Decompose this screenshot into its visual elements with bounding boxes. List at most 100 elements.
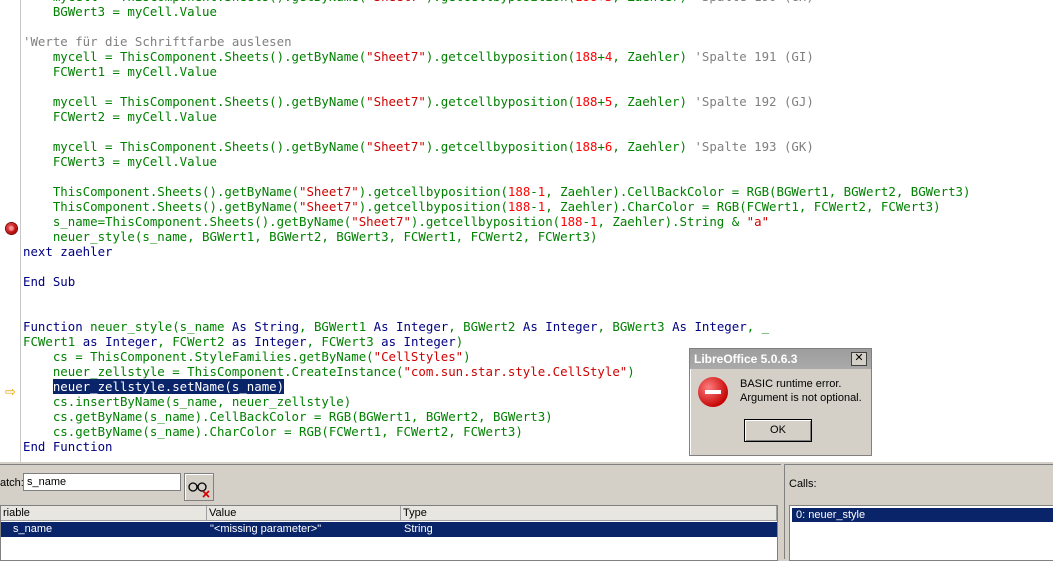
dialog-title: LibreOffice 5.0.6.3: [694, 352, 798, 366]
code-token: 188: [507, 199, 531, 214]
code-token: , Zaehler).CellBackColor = RGB(BGWert1, …: [545, 184, 971, 199]
code-line[interactable]: next zaehler: [23, 244, 1053, 259]
code-token: as Integer: [231, 334, 307, 349]
code-line[interactable]: mycell = ThisComponent.Sheets().getByNam…: [23, 139, 1053, 154]
code-token: FCWert1 = myCell.Value: [23, 64, 217, 79]
code-token: "Sheet7": [366, 94, 426, 109]
code-token: 'Spalte 191 (GI): [694, 49, 814, 64]
code-token: As String: [231, 319, 300, 334]
code-line[interactable]: ThisComponent.Sheets().getByName("Sheet7…: [23, 199, 1053, 214]
code-line[interactable]: cs.getByName(s_name).CellBackColor = RGB…: [23, 409, 1053, 424]
code-token: mycell = ThisComponent.Sheets().getByNam…: [23, 49, 367, 64]
code-line[interactable]: neuer_style(s_name, BGWert1, BGWert2, BG…: [23, 229, 1053, 244]
ok-button[interactable]: OK: [744, 419, 812, 442]
code-token: -: [530, 184, 538, 199]
code-line[interactable]: FCWert1 = myCell.Value: [23, 64, 1053, 79]
code-line[interactable]: [23, 19, 1053, 34]
code-token: , BGWert2: [448, 319, 523, 334]
code-token: , BGWert1: [299, 319, 374, 334]
code-token: 'Werte für die Schriftfarbe auslesen: [23, 34, 292, 49]
dialog-message-line2: Argument is not optional.: [740, 392, 862, 404]
code-token: 188: [575, 139, 598, 154]
code-token: as Integer: [82, 334, 158, 349]
code-token: 188: [575, 0, 597, 4]
code-token: cs.insertByName(s_name, neuer_zellstyle): [23, 394, 352, 409]
code-token: as Integer: [381, 334, 456, 349]
column-header-variable[interactable]: riable: [1, 506, 207, 521]
code-line[interactable]: FCWert2 = myCell.Value: [23, 109, 1053, 124]
code-token: 'Spalte 192 (GJ): [694, 94, 814, 109]
code-line[interactable]: s_name=ThisComponent.Sheets().getByName(…: [23, 214, 1053, 229]
code-token: , Zaehler): [612, 94, 695, 109]
call-stack-list: 0: neuer_style: [789, 505, 1053, 561]
code-token: ): [627, 364, 635, 379]
code-line[interactable]: End Sub: [23, 274, 1053, 289]
code-token: "Sheet7": [299, 184, 359, 199]
code-line[interactable]: BGWert3 = myCell.Value: [23, 4, 1053, 19]
code-line[interactable]: ThisComponent.Sheets().getByName("Sheet7…: [23, 184, 1053, 199]
code-token: "Sheet7": [351, 214, 411, 229]
remove-watch-icon: [188, 482, 210, 498]
close-icon[interactable]: ✕: [851, 352, 867, 366]
code-token: Function: [23, 319, 83, 334]
code-line[interactable]: [23, 124, 1053, 139]
code-token: ).getcellbyposition(: [358, 184, 508, 199]
list-item[interactable]: 0: neuer_style: [792, 508, 1053, 522]
code-line[interactable]: cs = ThisComponent.StyleFamilies.getByNa…: [23, 349, 1053, 364]
table-row[interactable]: s_name "<missing parameter>" String: [1, 522, 777, 537]
code-line[interactable]: neuer_zellstyle.setName(s_name): [23, 379, 1053, 394]
code-token: ).getcellbyposition(: [425, 139, 576, 154]
code-line[interactable]: neuer_zellstyle = ThisComponent.CreateIn…: [23, 364, 1053, 379]
watch-input[interactable]: s_name: [23, 473, 181, 491]
code-token: As Integer: [373, 319, 449, 334]
remove-watch-button[interactable]: [184, 473, 214, 501]
code-line[interactable]: [23, 169, 1053, 184]
code-token: zaehler: [52, 244, 113, 259]
code-token: BGWert3 = myCell.Value: [23, 4, 217, 19]
column-header-value[interactable]: Value: [207, 506, 401, 521]
watch-table: riable Value Type s_name "<missing param…: [0, 505, 778, 561]
code-line[interactable]: FCWert3 = myCell.Value: [23, 154, 1053, 169]
code-line[interactable]: Function neuer_style(s_name As String, B…: [23, 319, 1053, 334]
calls-label: Calls:: [789, 478, 817, 490]
code-token: As Integer: [672, 319, 747, 334]
code-editor[interactable]: ⇨ mycell = ThisComponent.Sheets().getByN…: [0, 0, 1053, 462]
code-token: FCWert3 = myCell.Value: [23, 154, 217, 169]
code-line[interactable]: 'Werte für die Schriftfarbe auslesen: [23, 34, 1053, 49]
code-line[interactable]: mycell = ThisComponent.Sheets().getByNam…: [23, 94, 1053, 109]
code-token: -: [530, 199, 538, 214]
code-line[interactable]: mycell = ThisComponent.Sheets().getByNam…: [23, 49, 1053, 64]
watch-pane: atch: s_name riable Value Type s_name "<…: [0, 464, 781, 561]
code-line[interactable]: [23, 289, 1053, 304]
code-line[interactable]: [23, 259, 1053, 274]
code-token: 188: [575, 94, 598, 109]
code-lines[interactable]: mycell = ThisComponent.Sheets().getByNam…: [23, 0, 1053, 454]
row-type: String: [404, 523, 433, 535]
code-line[interactable]: cs.getByName(s_name).CharColor = RGB(FCW…: [23, 424, 1053, 439]
code-token: "Sheet7": [299, 199, 359, 214]
code-token: As Integer: [522, 319, 598, 334]
code-line[interactable]: [23, 79, 1053, 94]
code-token: +: [597, 0, 604, 4]
editor-gutter[interactable]: ⇨: [0, 0, 21, 462]
column-header-type[interactable]: Type: [401, 506, 777, 521]
watch-label: atch:: [0, 477, 24, 489]
code-token: 188: [575, 49, 598, 64]
code-line[interactable]: FCWert1 as Integer, FCWert2 as Integer, …: [23, 334, 1053, 349]
dialog-titlebar[interactable]: LibreOffice 5.0.6.3 ✕: [690, 349, 871, 369]
code-token: 188: [560, 214, 583, 229]
selected-code: neuer_zellstyle.setName(s_name): [52, 379, 285, 394]
code-line[interactable]: cs.insertByName(s_name, neuer_zellstyle): [23, 394, 1053, 409]
code-line[interactable]: [23, 304, 1053, 319]
code-token: ThisComponent.Sheets().getByName(: [23, 199, 300, 214]
code-token: ThisComponent.Sheets().getByName(: [23, 184, 300, 199]
breakpoint-icon[interactable]: [6, 223, 17, 234]
code-token: , Zaehler): [612, 49, 695, 64]
code-token: , FCWert2: [157, 334, 232, 349]
code-token: -: [582, 214, 590, 229]
code-token: cs = ThisComponent.StyleFamilies.getByNa…: [23, 349, 374, 364]
code-token: 'Spalte 193 (GK): [694, 139, 814, 154]
code-line[interactable]: End Function: [23, 439, 1053, 454]
row-variable: s_name: [13, 523, 53, 535]
